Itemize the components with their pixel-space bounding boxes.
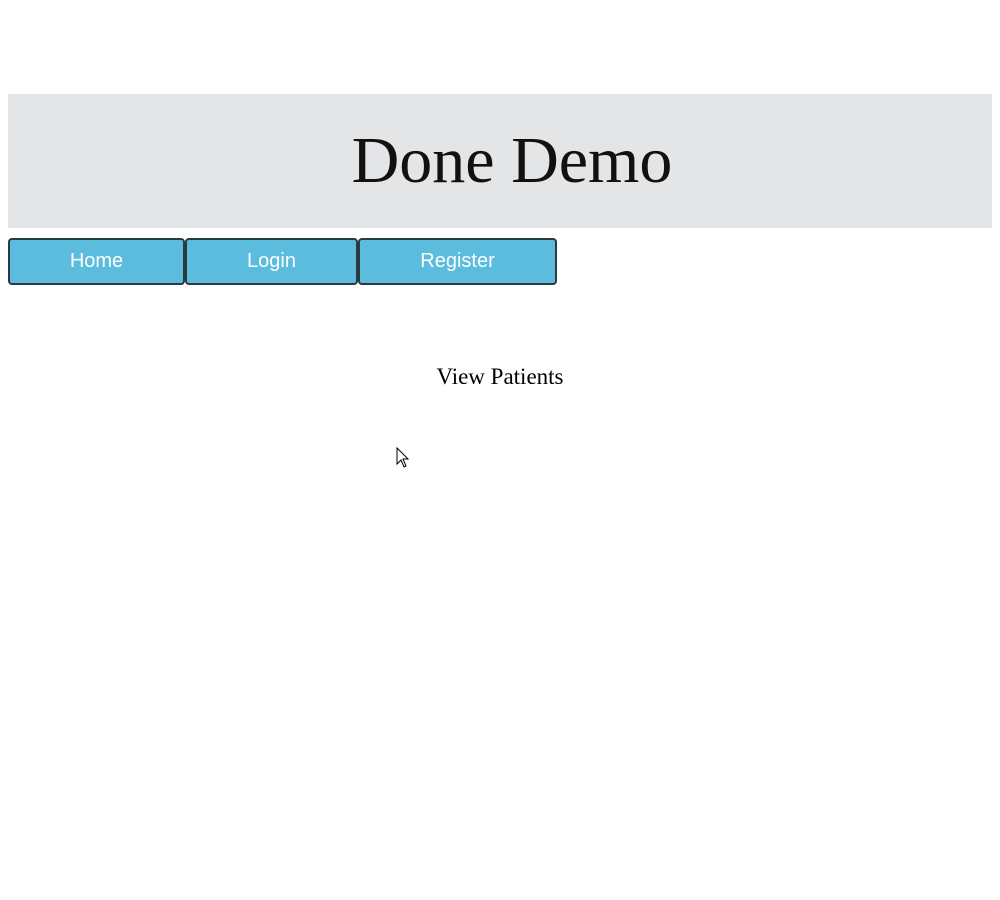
mouse-pointer-icon — [396, 447, 410, 468]
nav-bar: Home Login Register — [8, 238, 557, 285]
register-button[interactable]: Register — [358, 238, 557, 285]
view-patients-link[interactable]: View Patients — [0, 364, 1000, 390]
page-header: Done Demo — [8, 94, 992, 228]
login-button[interactable]: Login — [185, 238, 358, 285]
home-button[interactable]: Home — [8, 238, 185, 285]
page-title: Done Demo — [351, 124, 673, 197]
